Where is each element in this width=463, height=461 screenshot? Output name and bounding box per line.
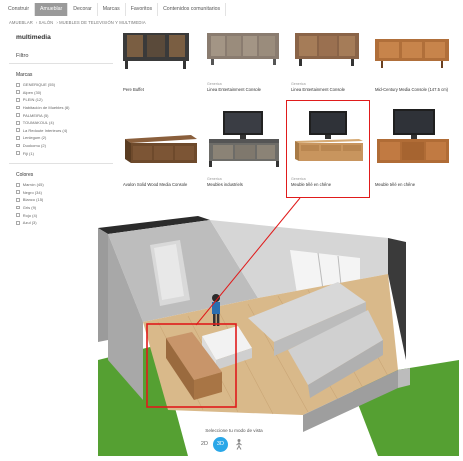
tab-contenidos-comunitarios[interactable]: Contenidos comunitarios <box>158 3 227 16</box>
product-name: Linea Entertainment Console <box>207 87 262 92</box>
brand-filter-item[interactable]: Fiji (1) <box>16 149 119 157</box>
view-3d-button[interactable]: 3D <box>213 437 228 452</box>
divider <box>9 63 113 64</box>
product-image <box>295 33 359 66</box>
breadcrumb: AMUEBLAR › SALÓN › MUEBLES DE TELEVISIÓN Y… <box>9 20 146 25</box>
product-card[interactable]: Generica Linea Entertainment Console <box>203 33 285 95</box>
product-brand: Generica <box>207 177 222 181</box>
product-image <box>377 109 449 163</box>
checkbox[interactable] <box>16 82 20 87</box>
product-name: Linea Entertainment Console <box>291 87 346 92</box>
brand-filter-item[interactable]: Alpen (30) <box>16 89 119 97</box>
tab-favoritos[interactable]: Favoritos <box>125 3 159 16</box>
brand-filter-item[interactable]: PALMEIRA (5) <box>16 111 119 119</box>
checkbox[interactable] <box>16 113 20 118</box>
brand-filter-item[interactable]: PLEIN (12) <box>16 96 119 104</box>
checkbox[interactable] <box>16 136 20 140</box>
brand-filter-item[interactable]: Habitación de Muebles (8) <box>16 104 119 112</box>
breadcrumb-item: MUEBLES DE TELEVISIÓN Y MULTIMEDIA <box>59 20 146 25</box>
product-name: Meuble télé en chêne <box>375 182 416 187</box>
colors-heading: Colores <box>16 171 34 178</box>
checkbox[interactable] <box>16 198 20 202</box>
product-name: Avalon Solid Wood Media Console <box>123 182 188 187</box>
checkbox[interactable] <box>16 151 20 156</box>
checkbox[interactable] <box>16 120 20 125</box>
divider <box>9 162 113 164</box>
color-filter-item[interactable]: Marrón (45) <box>16 181 119 189</box>
checkbox[interactable] <box>16 105 20 110</box>
filter-sidebar: multimedia Filtro Marcas GENERIQUE (55) … <box>9 30 119 227</box>
product-brand: Generica <box>207 82 222 86</box>
product-name: Mid-Century Media Console (147.5 cm) <box>375 87 449 92</box>
color-filter-item[interactable]: Blanco (15) <box>16 196 119 204</box>
product-image <box>123 33 189 69</box>
checkbox[interactable] <box>16 98 20 102</box>
color-filter-item[interactable]: Negro (34) <box>16 189 119 197</box>
checkbox[interactable] <box>16 190 20 195</box>
tab-construir[interactable]: Construir <box>3 3 36 16</box>
product-card[interactable]: Generica Meubles industriels <box>203 107 285 191</box>
product-card[interactable]: Generica Linea Entertainment Console <box>287 33 369 95</box>
view-mode-selector: Seleccione tu modo de vista 2D 3D <box>193 428 275 452</box>
checkbox[interactable] <box>16 143 20 148</box>
checkbox[interactable] <box>16 128 20 133</box>
room-3d-view[interactable] <box>98 210 459 456</box>
brand-filter-item[interactable]: La Redoute Interieurs (4) <box>16 127 119 135</box>
brand-filter-item[interactable]: Duokomu (2) <box>16 142 119 150</box>
checkbox[interactable] <box>16 90 20 95</box>
tab-amueblar[interactable]: Amueblar <box>35 3 69 16</box>
product-image <box>209 111 279 167</box>
product-image <box>125 135 197 163</box>
brands-heading: Marcas <box>16 72 33 78</box>
product-image <box>207 33 279 65</box>
walk-mode-icon[interactable] <box>233 438 246 451</box>
product-card[interactable]: Mid-Century Media Console (147.5 cm) <box>371 33 453 95</box>
checkbox[interactable] <box>16 182 20 187</box>
product-name: Pere Buffet <box>123 87 144 92</box>
filter-heading: Filtro <box>16 53 29 59</box>
product-brand: Generica <box>291 82 306 86</box>
product-name: Meubles industriels <box>207 182 243 187</box>
tab-marcas[interactable]: Marcas <box>97 3 126 16</box>
brand-filter-item[interactable]: GENERIQUE (55) <box>16 81 119 89</box>
top-nav: Construir Amueblar Decorar Marcas Favori… <box>3 3 243 16</box>
brand-filter-item[interactable]: Lenlegum (2) <box>16 134 119 142</box>
checkbox[interactable] <box>16 205 20 210</box>
product-image <box>375 39 449 68</box>
product-card[interactable]: Pere Buffet <box>119 33 201 95</box>
product-card[interactable]: Meuble télé en chêne <box>371 107 453 191</box>
tab-decorar[interactable]: Decorar <box>68 3 98 16</box>
breadcrumb-item[interactable]: SALÓN <box>39 20 54 25</box>
product-card[interactable]: Avalon Solid Wood Media Console <box>119 125 201 191</box>
checkbox[interactable] <box>16 213 20 217</box>
breadcrumb-item[interactable]: AMUEBLAR <box>9 20 33 25</box>
person-figure <box>212 294 220 302</box>
category-title: multimedia <box>16 34 51 41</box>
checkbox[interactable] <box>16 220 20 225</box>
view-2d-button[interactable]: 2D <box>198 438 211 451</box>
view-mode-label: Seleccione tu modo de vista <box>205 428 263 433</box>
brand-filter-item[interactable]: TOUMAKOUL (4) <box>16 119 119 127</box>
selected-product-highlight <box>286 100 370 198</box>
